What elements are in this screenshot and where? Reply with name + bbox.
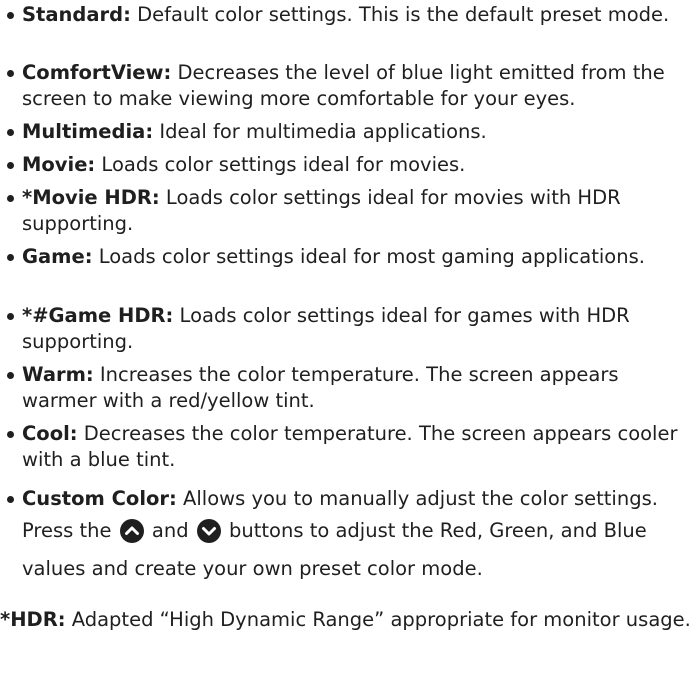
bullet [7,70,14,77]
term-multimedia: Multimedia: [22,120,154,143]
bullet [7,129,14,136]
list-item-multimedia: Multimedia: Ideal for multimedia applica… [0,119,697,145]
desc-warm: Increases the color temperature. The scr… [22,363,619,412]
desc-multimedia: Ideal for multimedia applications. [153,120,487,143]
desc-standard: Default color settings. This is the defa… [130,3,670,26]
term-comfortview: ComfortView: [22,61,172,84]
desc-movie: Loads color settings ideal for movies. [95,153,466,176]
desc-cool: Decreases the color temperature. The scr… [22,422,678,471]
term-game-hdr: *#Game HDR: [22,304,174,327]
footnote-hdr: *HDR: Adapted “High Dynamic Range” appro… [0,605,697,635]
list-item-warm: Warm: Increases the color temperature. T… [0,362,697,414]
list-item-custom-color: Custom Color: Allows you to manually adj… [0,483,697,585]
footnote-term: *HDR: [0,608,66,631]
bullet [7,313,14,320]
desc-game: Loads color settings ideal for most gami… [92,245,645,268]
list-item-game: Game: Loads color settings ideal for mos… [0,244,697,270]
list-item-cool: Cool: Decreases the color temperature. T… [0,421,697,473]
chevron-down-circle-icon [196,519,221,553]
footnote-text: Adapted “High Dynamic Range” appropriate… [65,608,691,631]
list-item-movie-hdr: *Movie HDR: Loads color settings ideal f… [0,185,697,237]
list-item-movie: Movie: Loads color settings ideal for mo… [0,152,697,178]
term-game: Game: [22,245,93,268]
bullet [7,195,14,202]
term-cool: Cool: [22,422,78,445]
term-custom-color: Custom Color: [22,487,177,510]
bullet [7,162,14,169]
term-movie: Movie: [22,153,96,176]
bullet [7,254,14,261]
term-standard: Standard: [22,3,131,26]
bullet [7,372,14,379]
chevron-up-circle-icon [119,519,144,553]
list-item-game-hdr: *#Game HDR: Loads color settings ideal f… [0,303,697,355]
list-item-comfortview: ComfortView: Decreases the level of blue… [0,60,697,112]
bullet [7,12,14,19]
list-item-standard: Standard: Default color settings. This i… [0,2,697,28]
desc-custom-color-2: and [145,519,195,542]
term-movie-hdr: *Movie HDR: [22,186,160,209]
bullet [7,496,14,503]
term-warm: Warm: [22,363,94,386]
document-page: Standard: Default color settings. This i… [0,0,697,695]
bullet [7,431,14,438]
